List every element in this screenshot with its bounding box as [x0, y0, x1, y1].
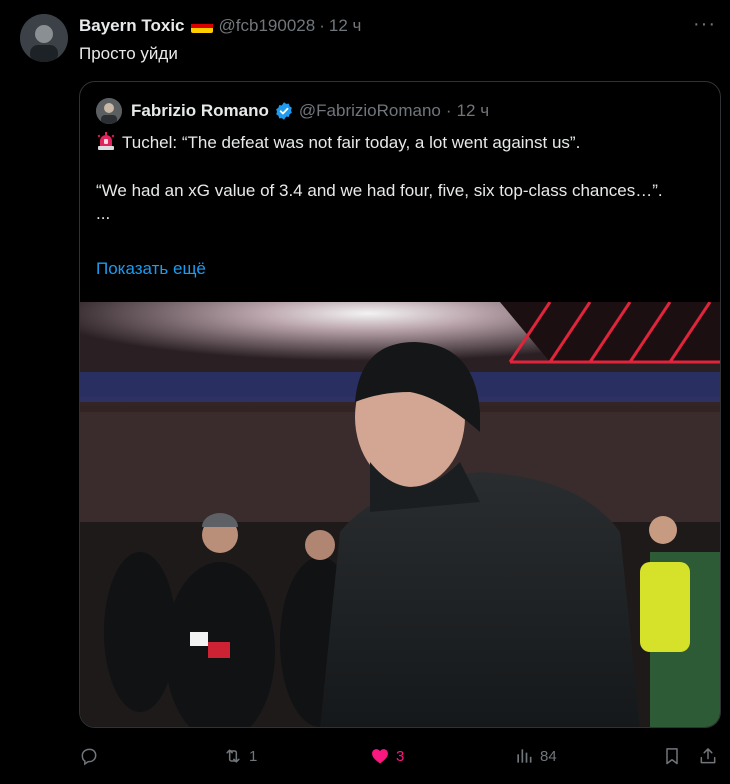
reply-button[interactable]	[79, 746, 105, 766]
quoted-post-header: Fabrizio Romano @FabrizioRomano · 12 ч	[96, 98, 489, 124]
views-button[interactable]: 84	[514, 746, 557, 766]
quoted-author-handle[interactable]: @FabrizioRomano	[299, 101, 441, 121]
quoted-header-separator: ·	[445, 101, 452, 120]
post-time[interactable]: 12 ч	[329, 16, 362, 36]
share-icon	[700, 748, 716, 764]
stadium-photo-illustration	[80, 302, 720, 727]
like-count: 3	[396, 747, 405, 765]
quoted-line-1-text: Tuchel: “The defeat was not fair today, …	[122, 133, 581, 152]
author-name[interactable]: Bayern Toxic	[79, 16, 185, 36]
views-icon	[517, 749, 532, 763]
quoted-line-2: “We had an xG value of 3.4 and we had fo…	[96, 180, 663, 200]
repost-icon	[226, 749, 240, 763]
share-button[interactable]	[698, 746, 718, 766]
siren-icon	[97, 132, 115, 150]
avatar-image	[20, 14, 68, 62]
author-handle[interactable]: @fcb190028	[219, 16, 316, 36]
reply-icon	[81, 748, 97, 766]
views-count: 84	[540, 747, 557, 765]
bookmark-icon	[666, 748, 678, 765]
quoted-author-avatar	[96, 98, 122, 124]
heart-icon	[372, 749, 388, 764]
quoted-line-1: Tuchel: “The defeat was not fair today, …	[96, 131, 706, 155]
author-avatar[interactable]	[20, 14, 68, 62]
quoted-post-text: Tuchel: “The defeat was not fair today, …	[96, 131, 706, 226]
quoted-author-name[interactable]: Fabrizio Romano	[131, 101, 269, 121]
action-bar: 1 3 84	[0, 742, 730, 774]
quoted-post-photo[interactable]	[80, 302, 720, 727]
more-options-icon[interactable]: ···	[693, 14, 716, 34]
germany-flag-icon	[190, 19, 213, 33]
post-text: Просто уйди	[79, 44, 178, 63]
quoted-post-time[interactable]: 12 ч	[457, 101, 490, 121]
repost-count: 1	[249, 747, 258, 765]
quoted-line-3: ...	[96, 204, 111, 223]
quoted-post-card[interactable]: Fabrizio Romano @FabrizioRomano · 12 ч T…	[79, 81, 721, 728]
post-header: Bayern Toxic @fcb190028 · 12 ч	[79, 16, 361, 36]
header-separator: ·	[319, 16, 325, 35]
like-button[interactable]: 3	[370, 746, 404, 766]
repost-button[interactable]: 1	[223, 746, 257, 766]
verified-badge-icon	[276, 102, 292, 120]
show-more-link[interactable]: Показать ещё	[96, 259, 206, 279]
bookmark-button[interactable]	[662, 746, 682, 766]
